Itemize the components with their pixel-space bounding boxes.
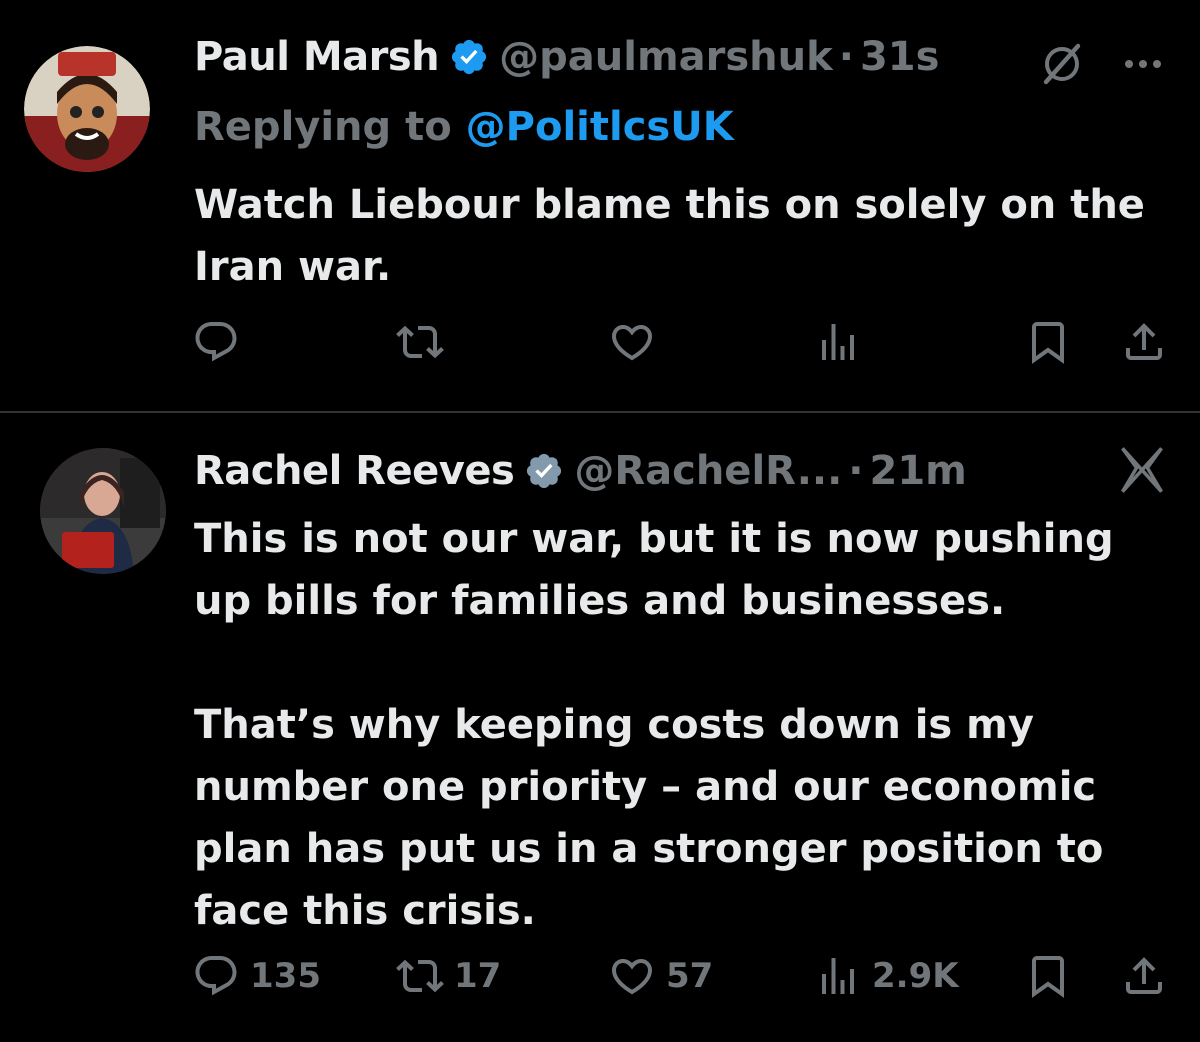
share-button[interactable]	[1120, 952, 1168, 1000]
tweet-header: Rachel Reeves @RachelR... · 21m	[194, 448, 967, 494]
reply-count: 135	[250, 956, 321, 996]
verified-badge-icon	[527, 453, 562, 489]
like-count: 57	[666, 956, 714, 996]
tweet-rachel-reeves[interactable]: Rachel Reeves @RachelR... · 21m This is …	[0, 0, 1200, 1042]
views-icon	[822, 958, 854, 994]
tweet-text: This is not our war, but it is now pushi…	[194, 516, 1114, 934]
view-count: 2.9K	[872, 956, 959, 996]
views-button[interactable]: 2.9K	[814, 952, 959, 1000]
repost-count: 17	[454, 956, 502, 996]
action-bar: 135 17 57 2.9K	[0, 952, 1200, 1012]
repost-button[interactable]: 17	[396, 952, 501, 1000]
avatar[interactable]	[40, 448, 166, 574]
author-name[interactable]: Rachel Reeves	[194, 448, 515, 494]
repost-icon	[396, 959, 444, 993]
like-button[interactable]: 57	[608, 952, 713, 1000]
bookmark-button[interactable]	[1024, 952, 1072, 1000]
timestamp[interactable]: 21m	[869, 448, 966, 494]
reply-button[interactable]: 135	[192, 952, 321, 1000]
reply-icon	[195, 956, 237, 996]
author-handle[interactable]: @RachelR...	[574, 448, 842, 494]
like-icon	[611, 959, 653, 995]
share-icon	[1126, 957, 1162, 994]
bookmark-icon	[1032, 956, 1064, 998]
x-logo-icon[interactable]	[1114, 444, 1170, 496]
separator-dot: ·	[848, 448, 864, 494]
